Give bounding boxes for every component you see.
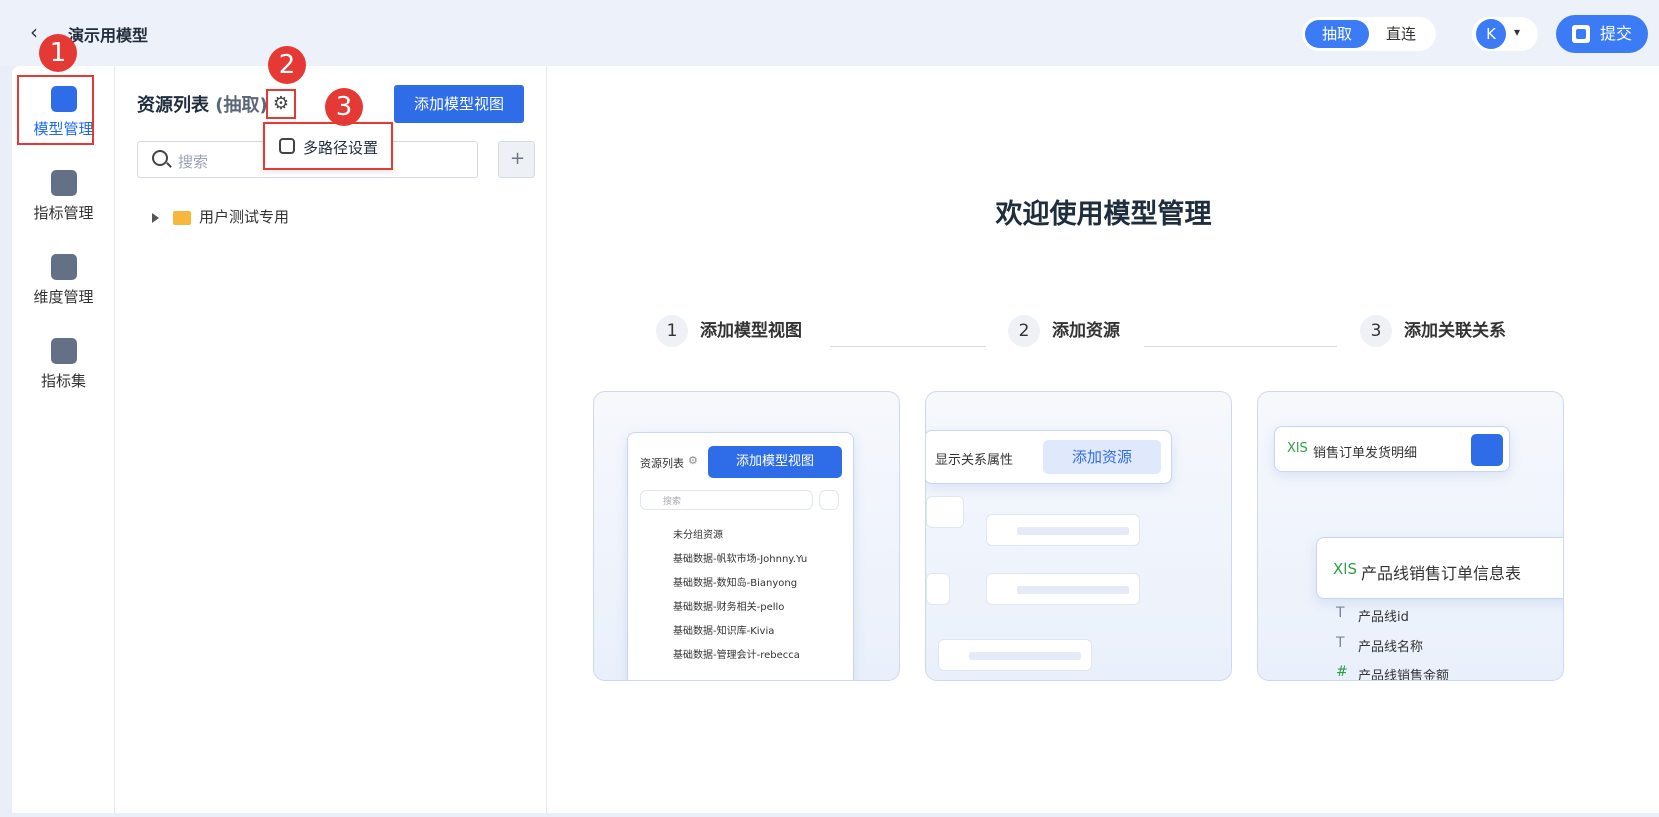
add-model-view-button[interactable]: 添加模型视图 <box>394 85 524 123</box>
step-3: 3 添加关联关系 <box>1360 315 1506 347</box>
nav-item-dimensions[interactable]: 维度管理 <box>12 242 115 320</box>
step-2: 2 添加资源 <box>1008 315 1120 347</box>
tree-item-label: 用户测试专用 <box>199 208 290 226</box>
placeholder-line <box>1017 527 1129 535</box>
card3-source: XlS 销售订单发货明细 <box>1274 426 1510 472</box>
top-bar: ‹ 演示用模型 抽取 直连 K ▾ 提交 <box>0 0 1659 66</box>
new-folder-button[interactable] <box>498 141 535 178</box>
panel-title: 资源列表 (抽取) <box>137 91 268 117</box>
card1-folder-button <box>819 490 839 510</box>
nav-item-metrics[interactable]: 指标管理 <box>12 158 115 236</box>
illustration-card-3: XlS 销售订单发货明细 XlS 产品线销售订单信息表 T 产品线id T 产品… <box>1257 391 1564 681</box>
step-label: 添加模型视图 <box>700 321 802 341</box>
caret-right-icon[interactable] <box>152 212 159 223</box>
panel-title-text: 资源列表 <box>137 95 209 116</box>
illustration-card-1: 资源列表 ⚙ 添加模型视图 搜索 未分组资源 基础数据-帆软市场-Johnny.… <box>593 391 900 681</box>
chevron-down-icon[interactable]: ▾ <box>1514 25 1520 39</box>
card2-node <box>986 514 1140 546</box>
xls-icon: XlS <box>1287 441 1308 456</box>
folder-icon <box>173 210 191 225</box>
link-icon <box>1471 434 1503 466</box>
text-type-icon: T <box>1336 605 1345 621</box>
step-number: 1 <box>656 315 688 347</box>
nav-item-metric-sets[interactable]: 指标集 <box>12 326 115 404</box>
step-label: 添加关联关系 <box>1404 321 1506 341</box>
card1-title: 资源列表 <box>640 457 684 470</box>
hierarchy-icon <box>279 138 295 154</box>
avatar[interactable]: K <box>1476 19 1506 49</box>
placeholder-line <box>969 652 1081 660</box>
annotation-badge-1: 1 <box>39 34 77 72</box>
card1-row: 基础数据-帆软市场-Johnny.Yu <box>673 554 808 565</box>
annotation-badge-3: 3 <box>325 88 363 126</box>
card2-bar: 显示关系属性 添加资源 <box>926 430 1172 484</box>
placeholder-line <box>1017 586 1129 594</box>
step-divider <box>1144 346 1337 347</box>
panel-title-sub: (抽取) <box>215 95 268 116</box>
submit-button[interactable]: 提交 <box>1556 15 1648 53</box>
settings-menu: 多路径设置 <box>263 122 393 170</box>
gear-icon[interactable]: ⚙ <box>266 89 296 119</box>
welcome-title: 欢迎使用模型管理 <box>995 199 1212 230</box>
card3-target-label: 产品线销售订单信息表 <box>1361 564 1522 583</box>
step-label: 添加资源 <box>1052 321 1120 341</box>
left-nav: 模型管理 指标管理 维度管理 指标集 <box>12 66 115 813</box>
menu-item-multipath[interactable]: 多路径设置 <box>303 137 378 158</box>
card1-add-button: 添加模型视图 <box>708 446 842 478</box>
welcome-area: 欢迎使用模型管理 1 添加模型视图 2 添加资源 3 添加关联关系 资源列表 ⚙ 添加… <box>548 66 1659 813</box>
resource-panel: 资源列表 (抽取) ⚙ 添加模型视图 搜索 用户测试专用 <box>116 66 547 813</box>
xls-icon: XlS <box>1333 560 1357 578</box>
step-number: 2 <box>1008 315 1040 347</box>
card1-row: 未分组资源 <box>673 530 723 541</box>
chart-icon <box>50 170 77 196</box>
tree-item[interactable]: 用户测试专用 <box>152 206 289 227</box>
search-placeholder: 搜索 <box>178 153 209 171</box>
card2-node <box>926 573 950 605</box>
card1-search-placeholder: 搜索 <box>663 497 682 507</box>
step-divider <box>830 346 986 347</box>
dimension-icon <box>50 254 77 280</box>
search-icon <box>152 150 168 166</box>
nav-label: 指标管理 <box>33 204 94 222</box>
submit-label: 提交 <box>1600 24 1633 43</box>
card1-search: 搜索 <box>640 490 813 510</box>
field-label: 产品线id <box>1358 610 1409 625</box>
card2-label: 显示关系属性 <box>935 453 1014 468</box>
cube-icon <box>50 338 77 364</box>
card3-source-label: 销售订单发货明细 <box>1313 446 1418 461</box>
card2-add-button: 添加资源 <box>1043 440 1161 474</box>
mode-switch[interactable]: 抽取 直连 <box>1302 17 1436 51</box>
card2-node <box>926 496 964 528</box>
card3-target: XlS 产品线销售订单信息表 <box>1316 537 1563 599</box>
gear-icon: ⚙ <box>688 454 698 467</box>
step-number: 3 <box>1360 315 1392 347</box>
mode-extract-button[interactable]: 抽取 <box>1305 20 1369 48</box>
submit-icon <box>1572 25 1590 43</box>
card2-node <box>938 639 1092 671</box>
user-menu[interactable]: K ▾ <box>1472 17 1538 51</box>
nav-label: 指标集 <box>40 372 86 390</box>
illustration-card-2: 显示关系属性 添加资源 <box>925 391 1232 681</box>
card1-row: 基础数据-管理会计-rebecca <box>673 650 800 661</box>
highlight-box-1 <box>17 75 94 145</box>
card1-panel: 资源列表 ⚙ 添加模型视图 搜索 未分组资源 基础数据-帆软市场-Johnny.… <box>627 432 854 680</box>
card2-node <box>986 573 1140 605</box>
nav-label: 维度管理 <box>33 288 94 306</box>
step-1: 1 添加模型视图 <box>656 315 802 347</box>
field-label: 产品线销售金额 <box>1358 669 1450 681</box>
mode-direct-button[interactable]: 直连 <box>1369 20 1433 48</box>
field-label: 产品线名称 <box>1358 640 1424 655</box>
card1-row: 基础数据-数知岛-Bianyong <box>673 578 798 589</box>
number-type-icon: # <box>1336 664 1348 680</box>
card1-row: 基础数据-知识库-Kivia <box>673 626 775 637</box>
card1-row: 基础数据-财务相关-pello <box>673 602 785 613</box>
app-title: 演示用模型 <box>68 26 149 45</box>
text-type-icon: T <box>1336 635 1345 651</box>
annotation-badge-2: 2 <box>268 46 306 84</box>
